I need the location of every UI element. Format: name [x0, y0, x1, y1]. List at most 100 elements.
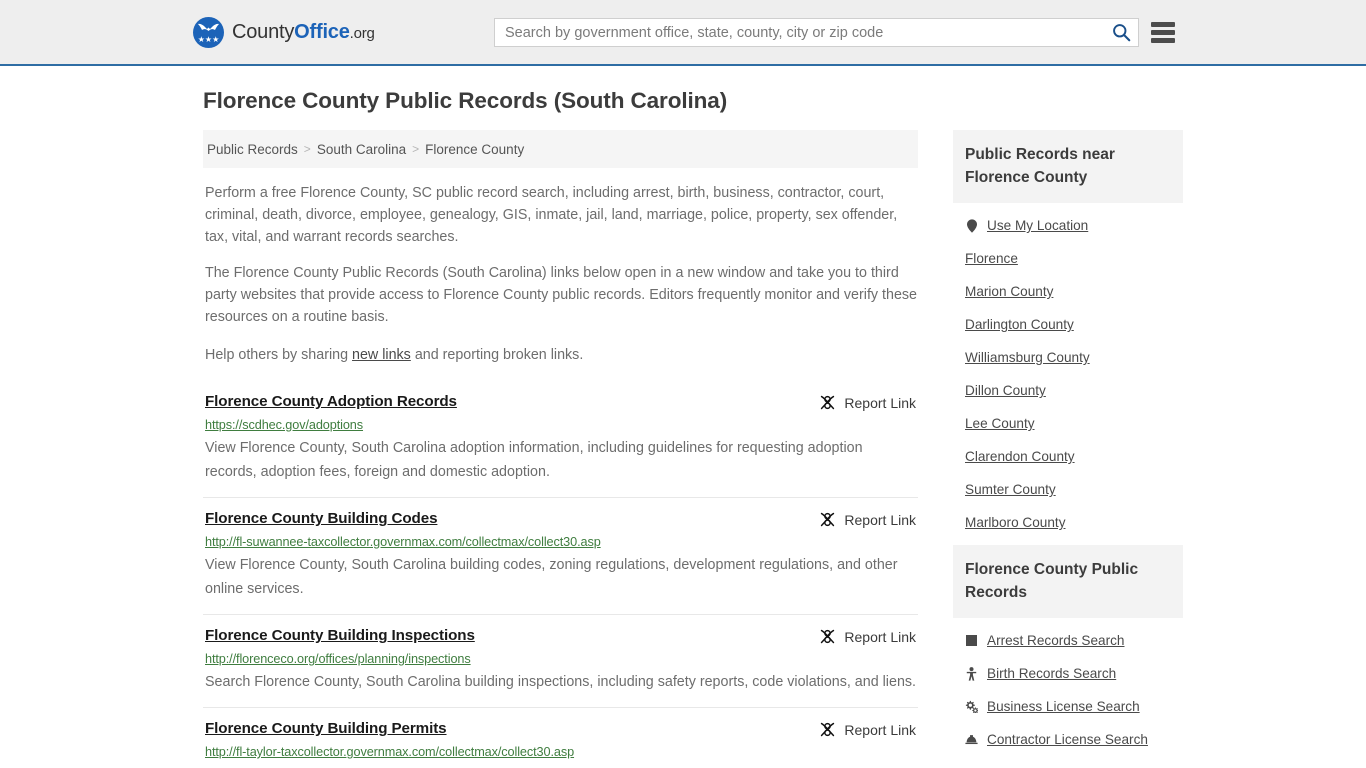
search-icon[interactable]	[1104, 19, 1138, 46]
sidebar-item-birth-records-search[interactable]: Birth Records Search	[953, 657, 1183, 690]
report-link-button[interactable]: Report Link	[819, 510, 916, 528]
site-header: ★★★ CountyOffice.org	[0, 0, 1366, 66]
broken-link-icon	[821, 629, 835, 644]
help-suffix: and reporting broken links.	[410, 347, 584, 363]
record-description: Search Florence County, South Carolina b…	[205, 674, 917, 690]
record-title-link[interactable]: Florence County Building Permits	[205, 720, 447, 737]
intro-section: Perform a free Florence County, SC publi…	[203, 168, 918, 366]
sidebar-link[interactable]: Arrest Records Search	[987, 633, 1125, 648]
sidebar: Public Records near Florence County Use …	[953, 130, 1183, 768]
sidebar-county-records-box: Florence County Public Records Arrest Re…	[953, 545, 1183, 756]
report-link-label: Report Link	[844, 394, 916, 411]
square-icon	[965, 634, 978, 648]
intro-paragraph-2: The Florence County Public Records (Sout…	[205, 265, 918, 325]
menu-bar-2	[1151, 30, 1175, 35]
sidebar-item-williamsburg-county[interactable]: Williamsburg County	[953, 341, 1183, 374]
sidebar-link[interactable]: Contractor License Search	[987, 732, 1148, 747]
report-link-label: Report Link	[844, 721, 916, 738]
sidebar-item-clarendon-county[interactable]: Clarendon County	[953, 440, 1183, 473]
hamburger-menu-icon[interactable]	[1151, 20, 1175, 45]
sidebar-nearby-box: Public Records near Florence County Use …	[953, 130, 1183, 539]
sidebar-link[interactable]: Lee County	[965, 416, 1035, 431]
search-glyph	[1112, 24, 1130, 42]
brand-part-county: County	[232, 20, 295, 43]
sidebar-item-lee-county[interactable]: Lee County	[953, 407, 1183, 440]
new-links-link[interactable]: new links	[352, 347, 411, 363]
sidebar-link[interactable]: Dillon County	[965, 383, 1046, 398]
record-title-link[interactable]: Florence County Building Inspections	[205, 627, 475, 644]
eagle-wing-glyph	[198, 23, 219, 31]
sidebar-link[interactable]: Marlboro County	[965, 515, 1066, 530]
search-input[interactable]	[495, 19, 1104, 46]
report-link-button[interactable]: Report Link	[819, 720, 916, 738]
record-url[interactable]: http://florenceco.org/offices/planning/i…	[205, 652, 916, 666]
sidebar-link[interactable]: Marion County	[965, 284, 1053, 299]
sidebar-item-contractor-license-search[interactable]: Contractor License Search	[953, 723, 1183, 756]
content-columns: Public Records > South Carolina > Floren…	[0, 114, 1366, 768]
broken-link-icon	[821, 395, 835, 410]
record-header: Florence County Building Permits Report …	[205, 720, 916, 738]
help-prefix: Help others by sharing	[205, 347, 353, 363]
record-item: Florence County Building Codes Report Li…	[203, 497, 918, 614]
sidebar-link[interactable]: Williamsburg County	[965, 350, 1090, 365]
breadcrumb-separator-1: >	[303, 142, 311, 156]
sidebar-item-arrest-records-search[interactable]: Arrest Records Search	[953, 624, 1183, 657]
breadcrumb: Public Records > South Carolina > Floren…	[203, 130, 918, 168]
breadcrumb-item-florence-county[interactable]: Florence County	[425, 142, 524, 157]
sidebar-link[interactable]: Sumter County	[965, 482, 1056, 497]
hard-hat-icon	[965, 733, 978, 747]
sidebar-item-business-license-search[interactable]: Business License Search	[953, 690, 1183, 723]
sidebar-nearby-list: Use My Location Florence Marion County D…	[953, 203, 1183, 539]
breadcrumb-separator-2: >	[412, 142, 420, 156]
sidebar-link[interactable]: Darlington County	[965, 317, 1074, 332]
gears-glyph	[965, 700, 978, 713]
intro-help-paragraph: Help others by sharing new links and rep…	[203, 328, 918, 366]
record-url[interactable]: https://scdhec.gov/adoptions	[205, 418, 916, 432]
record-url[interactable]: http://fl-suwannee-taxcollector.governma…	[205, 535, 916, 549]
report-link-button[interactable]: Report Link	[819, 627, 916, 645]
page-title: Florence County Public Records (South Ca…	[203, 88, 728, 113]
brand-part-office: Office	[294, 20, 350, 43]
breadcrumb-item-south-carolina[interactable]: South Carolina	[317, 142, 406, 157]
sidebar-item-use-my-location[interactable]: Use My Location	[953, 209, 1183, 242]
sidebar-link[interactable]: Florence	[965, 251, 1018, 266]
three-stars-glyph: ★★★	[197, 34, 220, 44]
main-column: Public Records > South Carolina > Floren…	[203, 130, 918, 768]
menu-bar-1	[1151, 22, 1175, 27]
hard-hat-glyph	[965, 735, 978, 745]
baby-icon	[965, 666, 978, 681]
sidebar-county-records-list: Arrest Records Search Birth Records Sear…	[953, 618, 1183, 756]
record-item: Florence County Building Permits Report …	[203, 707, 918, 768]
brand-text: CountyOffice.org	[232, 21, 375, 44]
record-header: Florence County Building Codes Report Li…	[205, 510, 916, 528]
breadcrumb-item-public-records[interactable]: Public Records	[207, 142, 298, 157]
sidebar-item-marion-county[interactable]: Marion County	[953, 275, 1183, 308]
baby-glyph	[966, 666, 977, 681]
record-title-link[interactable]: Florence County Adoption Records	[205, 393, 457, 410]
sidebar-item-darlington-county[interactable]: Darlington County	[953, 308, 1183, 341]
record-description: View Florence County, South Carolina bui…	[205, 763, 916, 768]
sidebar-item-dillon-county[interactable]: Dillon County	[953, 374, 1183, 407]
record-description: View Florence County, South Carolina bui…	[205, 557, 898, 597]
record-title-link[interactable]: Florence County Building Codes	[205, 510, 438, 527]
report-link-label: Report Link	[844, 511, 916, 528]
sidebar-link[interactable]: Birth Records Search	[987, 666, 1116, 681]
sidebar-link[interactable]: Use My Location	[987, 218, 1088, 233]
map-pin-glyph	[966, 218, 977, 233]
sidebar-link[interactable]: Clarendon County	[965, 449, 1075, 464]
sidebar-item-sumter-county[interactable]: Sumter County	[953, 473, 1183, 506]
broken-link-icon	[821, 512, 835, 527]
sidebar-item-florence[interactable]: Florence	[953, 242, 1183, 275]
menu-bar-3	[1151, 38, 1175, 43]
sidebar-item-marlboro-county[interactable]: Marlboro County	[953, 506, 1183, 539]
report-link-button[interactable]: Report Link	[819, 393, 916, 411]
record-url[interactable]: http://fl-taylor-taxcollector.governmax.…	[205, 745, 916, 759]
page-body: Florence County Public Records (South Ca…	[0, 66, 1366, 768]
record-header: Florence County Building Inspections Rep…	[205, 627, 916, 645]
records-list: Florence County Adoption Records Report …	[203, 383, 918, 768]
map-pin-icon	[965, 218, 978, 233]
sidebar-link[interactable]: Business License Search	[987, 699, 1140, 714]
brand-part-org: .org	[349, 24, 375, 42]
site-logo[interactable]: ★★★ CountyOffice.org	[193, 16, 375, 48]
record-item: Florence County Adoption Records Report …	[203, 383, 918, 497]
